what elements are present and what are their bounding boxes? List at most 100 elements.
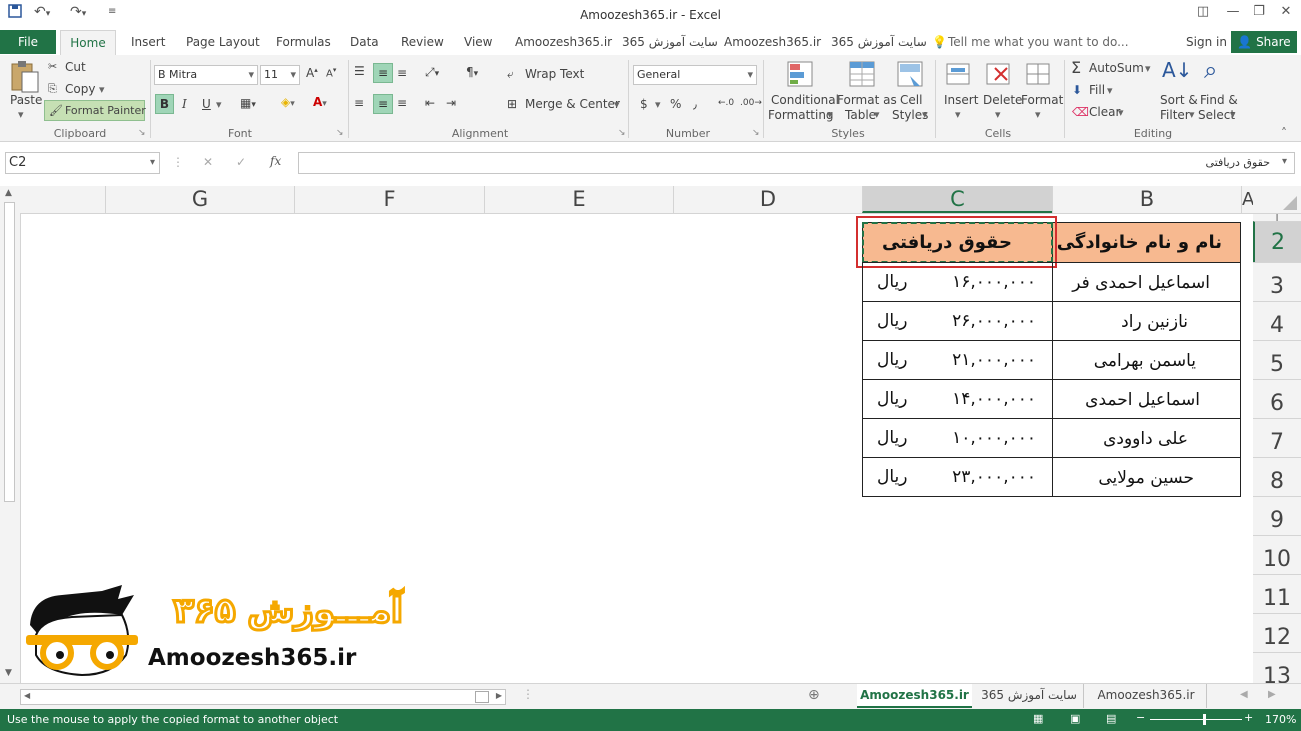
clipboard-launcher-icon[interactable]: ↘ [138, 128, 146, 138]
paste-dropdown-icon[interactable]: ▾ [18, 108, 24, 121]
font-color-icon[interactable]: A▾ [313, 95, 327, 109]
tab-site-2[interactable]: سایت آموزش 365 [831, 35, 927, 49]
column-header-c[interactable]: C [862, 186, 1052, 213]
column-header-b[interactable]: B [1052, 186, 1241, 213]
name-box[interactable]: C2 ▾ [5, 152, 160, 174]
name-cell[interactable]: علی داوودی [1052, 418, 1241, 458]
tell-me-box[interactable]: Tell me what you want to do... [948, 35, 1129, 49]
tab-data[interactable]: Data [350, 35, 379, 49]
font-size-box[interactable]: 11 ▾ [260, 65, 300, 85]
horizontal-scrollbar[interactable]: ◀ ▶ [20, 689, 506, 705]
font-name-box[interactable]: B Mitra ▾ [154, 65, 258, 85]
row-header-9[interactable]: 9 [1253, 496, 1301, 535]
name-cell[interactable]: نازنین راد [1052, 301, 1241, 341]
salary-cell[interactable]: ریال ۱۰,۰۰۰,۰۰۰ [862, 418, 1053, 458]
orientation-icon[interactable]: ⤢▾ [425, 65, 439, 80]
row-header-3[interactable]: 3 [1253, 262, 1301, 301]
increase-indent-icon[interactable]: ⇥ [446, 96, 456, 110]
row-header-13[interactable]: 13 [1253, 652, 1301, 683]
percent-button[interactable]: % [670, 97, 681, 111]
format-cells-button[interactable]: Format [1021, 93, 1063, 107]
merge-dropdown-icon[interactable]: ▾ [614, 98, 620, 111]
new-sheet-icon[interactable]: ⊕ [808, 687, 820, 703]
grow-font-icon[interactable]: A▴ [306, 66, 318, 80]
row-header-5[interactable]: 5 [1253, 340, 1301, 379]
column-header-a[interactable]: A [1241, 186, 1253, 213]
scroll-left-icon[interactable]: ◀ [24, 691, 30, 700]
row-header-11[interactable]: 11 [1253, 574, 1301, 613]
scroll-thumb[interactable] [4, 202, 15, 502]
row-header-8[interactable]: 8 [1253, 457, 1301, 496]
scroll-up-icon[interactable]: ▲ [5, 188, 12, 198]
sheet-scroll-right-icon[interactable]: ▶ [1268, 689, 1276, 700]
scroll-thumb[interactable] [475, 691, 489, 703]
cut-icon[interactable]: ✂ [48, 60, 57, 73]
cut-button[interactable]: Cut [65, 60, 86, 74]
column-header-f[interactable]: F [294, 186, 484, 213]
tab-amoozesh-2[interactable]: Amoozesh365.ir [724, 35, 821, 49]
font-launcher-icon[interactable]: ↘ [336, 128, 344, 138]
vertical-scrollbar[interactable]: ▲ ▼ [0, 186, 21, 683]
tab-view[interactable]: View [464, 35, 492, 49]
align-center-icon[interactable]: ≡ [373, 94, 393, 114]
column-header-e[interactable]: E [484, 186, 673, 213]
tab-review[interactable]: Review [401, 35, 444, 49]
fill-color-icon[interactable]: ◈▾ [281, 95, 295, 109]
scroll-right-icon[interactable]: ▶ [496, 691, 502, 700]
increase-decimal-icon[interactable]: ←.0 [718, 98, 734, 108]
underline-button[interactable]: U [202, 97, 211, 111]
currency-button[interactable]: $ [640, 97, 648, 111]
row-header-12[interactable]: 12 [1253, 613, 1301, 652]
name-cell[interactable]: اسماعیل احمدی فر [1052, 262, 1241, 302]
sheet-tab[interactable]: سایت آموزش 365 [975, 684, 1084, 708]
row-header-4[interactable]: 4 [1253, 301, 1301, 340]
tab-site-1[interactable]: سایت آموزش 365 [622, 35, 718, 49]
bold-button[interactable]: B [155, 94, 174, 114]
bottom-align-icon[interactable]: ≡ [397, 66, 407, 80]
row-header-2[interactable]: 2 [1253, 221, 1301, 262]
name-cell[interactable]: اسماعیل احمدی [1052, 379, 1241, 419]
top-align-icon[interactable]: ☰ [354, 64, 365, 78]
share-button[interactable]: 👤 Share [1231, 31, 1297, 53]
zoom-slider[interactable] [1150, 719, 1242, 720]
rtl-direction-icon[interactable]: ¶▾ [466, 65, 478, 79]
conditional-formatting-button[interactable]: Conditional [771, 93, 839, 107]
salary-cell[interactable]: ریال ۲۳,۰۰۰,۰۰۰ [862, 457, 1053, 497]
tab-home[interactable]: Home [60, 30, 116, 55]
salary-cell[interactable]: ریال ۲۱,۰۰۰,۰۰۰ [862, 340, 1053, 380]
sign-in-link[interactable]: Sign in [1186, 35, 1227, 49]
page-layout-view-icon[interactable]: ▣ [1070, 712, 1080, 725]
insert-cells-button[interactable]: Insert [944, 93, 978, 107]
decrease-decimal-icon[interactable]: .00→ [740, 98, 762, 108]
insert-function-button[interactable]: fx [270, 154, 281, 168]
name-cell[interactable]: یاسمن بهرامی [1052, 340, 1241, 380]
number-format-box[interactable]: General ▾ [633, 65, 757, 85]
delete-cells-button[interactable]: Delete [983, 93, 1022, 107]
copy-dropdown-icon[interactable]: ▾ [99, 83, 105, 96]
borders-icon[interactable]: ▦▾ [240, 96, 256, 110]
header-name-cell[interactable]: نام و نام خانوادگی [1052, 222, 1241, 263]
confirm-entry-icon[interactable]: ✓ [236, 155, 246, 169]
underline-dropdown-icon[interactable]: ▾ [216, 98, 222, 111]
sheet-tab[interactable]: Amoozesh365.ir [1086, 684, 1207, 708]
column-header-g[interactable]: G [105, 186, 294, 213]
tab-file[interactable]: File [0, 30, 56, 54]
paste-icon[interactable] [8, 60, 40, 94]
cell-styles-button[interactable]: Cell [900, 93, 922, 107]
shrink-font-icon[interactable]: A▾ [326, 66, 336, 79]
row-header-10[interactable]: 10 [1253, 535, 1301, 574]
clear-button[interactable]: Clear [1089, 105, 1120, 119]
tab-page-layout[interactable]: Page Layout [186, 35, 260, 49]
sheet-scroll-left-icon[interactable]: ◀ [1240, 689, 1248, 700]
align-right-icon[interactable]: ≡ [397, 96, 407, 110]
merge-center-button[interactable]: Merge & Center [525, 97, 620, 111]
row-header-1[interactable]: | [1253, 213, 1301, 221]
decrease-indent-icon[interactable]: ⇤ [425, 96, 435, 110]
ribbon-display-icon[interactable]: ◫ [1193, 4, 1213, 19]
row-header-7[interactable]: 7 [1253, 418, 1301, 457]
collapse-ribbon-icon[interactable]: ˄ [1281, 126, 1287, 140]
comma-button[interactable]: ٫ [693, 97, 697, 111]
salary-cell[interactable]: ریال ۱۶,۰۰۰,۰۰۰ [862, 262, 1053, 302]
middle-align-icon[interactable]: ≡ [373, 63, 393, 83]
sort-filter-button[interactable]: Sort & [1160, 93, 1198, 107]
